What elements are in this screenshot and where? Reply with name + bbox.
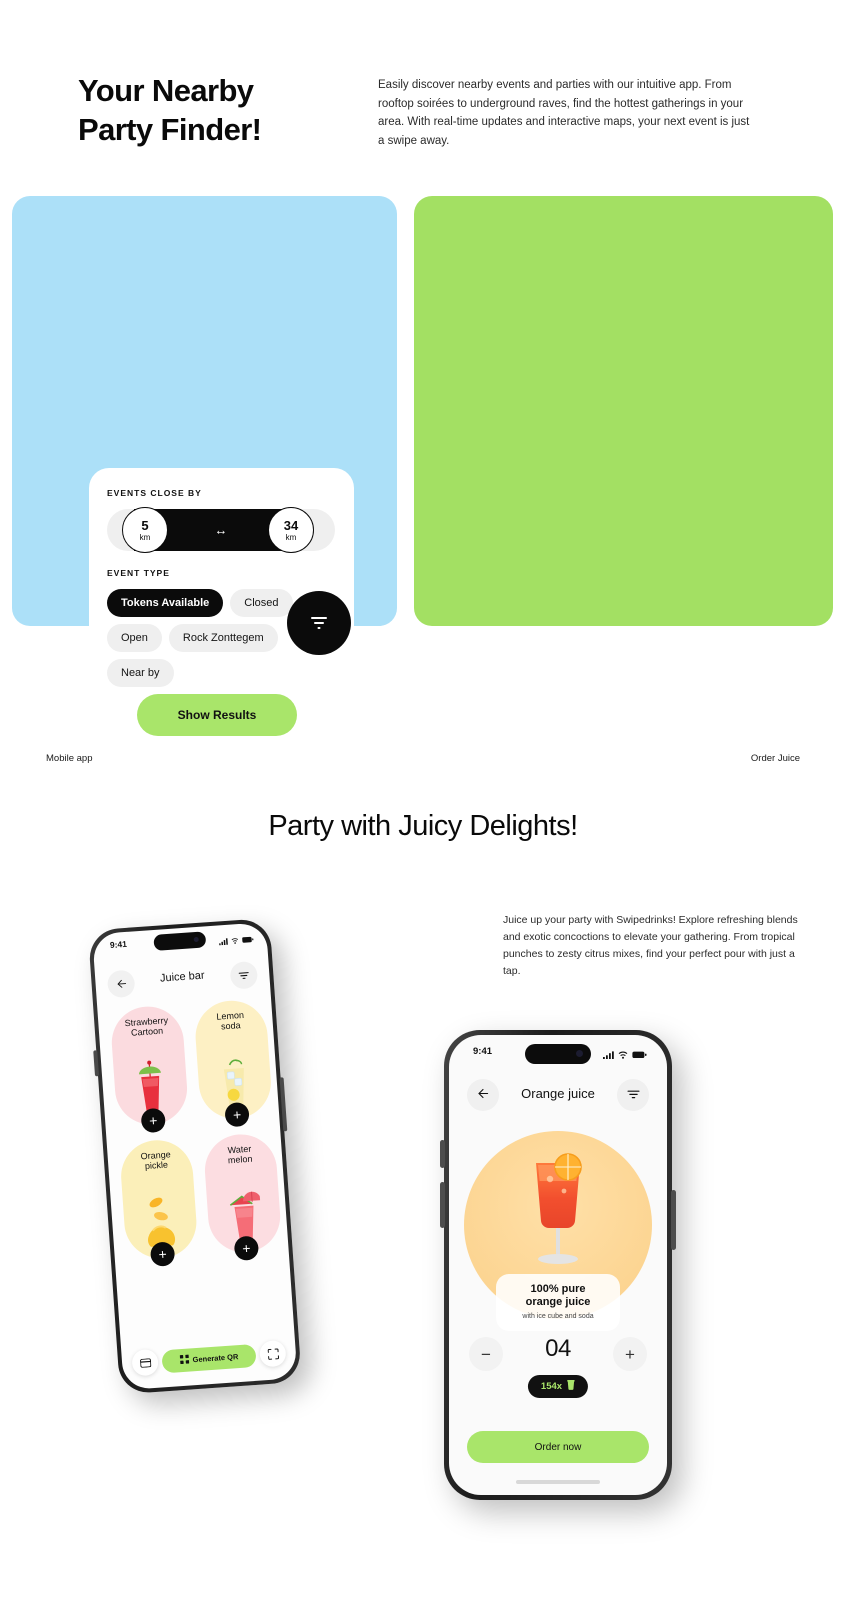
- phone-volume-button[interactable]: [440, 1182, 445, 1228]
- lemon-soda-illustration: [223, 1059, 244, 1107]
- add-juice-button[interactable]: +: [140, 1107, 167, 1134]
- order-juice-phone: 9:41 Orange juice 100% pure orange juice…: [440, 1030, 676, 1500]
- filter-card: EVENTS CLOSE BY ↔ 5 km 34 km EVENT TYPE …: [89, 468, 354, 703]
- price-badge: 154x: [527, 1375, 589, 1398]
- section-one-paragraph: Easily discover nearby events and partie…: [378, 79, 750, 147]
- chip-near-by[interactable]: Near by: [107, 659, 174, 687]
- range-arrow-icon: ↔: [214, 522, 228, 538]
- orange-juice-illustration: [536, 1153, 582, 1264]
- chip-open[interactable]: Open: [107, 624, 162, 652]
- add-juice-button[interactable]: +: [224, 1101, 250, 1128]
- generate-qr-label: Generate QR: [192, 1351, 239, 1364]
- juice-bar-screen: 9:41 Juice bar Strawberry Cartoon + Lemo…: [92, 922, 298, 1391]
- card-icon[interactable]: [131, 1348, 160, 1377]
- cellular-icon: [218, 932, 228, 951]
- juice-item-water-melon[interactable]: Water melon +: [202, 1132, 283, 1262]
- order-juice-screen: 9:41 Orange juice 100% pure orange juice…: [449, 1035, 667, 1495]
- landing-page: Your Nearby Party Finder! Easily discove…: [0, 0, 846, 1600]
- scan-icon[interactable]: [258, 1339, 287, 1368]
- product-title: 100% pure orange juice: [525, 1283, 591, 1309]
- strawberry-drink-illustration: [139, 1060, 161, 1113]
- juice-bar-phone: 9:41 Juice bar Strawberry Cartoon + Lemo…: [87, 917, 320, 1400]
- juice-bar-tabbar: Generate QR: [131, 1339, 287, 1378]
- add-juice-button[interactable]: +: [149, 1241, 176, 1267]
- distance-min-handle[interactable]: 5 km: [122, 507, 168, 553]
- distance-section-label: EVENTS CLOSE BY: [107, 488, 202, 498]
- chip-tokens-available[interactable]: Tokens Available: [107, 589, 224, 617]
- filter-icon: [309, 616, 329, 630]
- generate-qr-button[interactable]: Generate QR: [161, 1343, 257, 1373]
- status-time: 9:41: [473, 1046, 493, 1057]
- distance-min-value: 5: [141, 517, 149, 533]
- battery-icon: [632, 1046, 647, 1064]
- section-one-header: Your Nearby Party Finder! Easily discove…: [0, 0, 846, 190]
- chip-rock-zonttegem[interactable]: Rock Zonttegem: [168, 624, 278, 652]
- status-time: 9:41: [109, 938, 128, 951]
- distance-min-unit: km: [139, 532, 151, 542]
- product-subtitle: with ice cube and soda: [522, 1313, 594, 1321]
- show-results-button[interactable]: Show Results: [137, 694, 297, 736]
- phone-mute-switch[interactable]: [440, 1140, 445, 1168]
- juice-bar-navbar: Juice bar: [95, 958, 271, 1004]
- phone-power-button[interactable]: [279, 1077, 288, 1132]
- page-title: Your Nearby Party Finder!: [78, 73, 262, 147]
- status-indicators: [603, 1046, 647, 1064]
- add-juice-button[interactable]: +: [233, 1235, 260, 1262]
- order-now-button[interactable]: Order now: [467, 1431, 649, 1463]
- qr-icon: [179, 1354, 189, 1366]
- app-showcase-panel: Search events Rock |: [414, 196, 833, 626]
- phone-power-button[interactable]: [671, 1190, 676, 1250]
- status-bar: 9:41: [92, 922, 267, 960]
- chip-closed[interactable]: Closed: [230, 589, 293, 617]
- filter-icon: [238, 966, 250, 985]
- juice-grid: Strawberry Cartoon + Lemon soda + Orange…: [109, 998, 283, 1267]
- filter-showcase-panel: EVENTS CLOSE BY ↔ 5 km 34 km EVENT TYPE …: [12, 196, 397, 736]
- filter-icon: [627, 1086, 640, 1104]
- price-label: 154x: [540, 1381, 563, 1392]
- phone-volume-button[interactable]: [93, 1050, 100, 1077]
- home-indicator: [516, 1480, 600, 1484]
- filter-fab-button[interactable]: [287, 591, 351, 655]
- section-two-paragraph: Juice up your party with Swipedrinks! Ex…: [503, 914, 798, 977]
- cup-icon: [567, 1380, 575, 1393]
- orange-pickle-illustration: [148, 1197, 176, 1247]
- distance-max-value: 34: [283, 517, 299, 533]
- label-mobile-app: Mobile app: [46, 753, 93, 764]
- product-info-card: 100% pure orange juice with ice cube and…: [496, 1274, 620, 1332]
- order-juice-filter-button[interactable]: [617, 1079, 649, 1111]
- distance-range-slider[interactable]: ↔ 5 km 34 km: [107, 507, 335, 553]
- wifi-icon: [618, 1046, 628, 1064]
- distance-max-handle[interactable]: 34 km: [268, 507, 314, 553]
- wifi-icon: [230, 931, 239, 950]
- battery-icon: [241, 930, 254, 949]
- increment-quantity-button[interactable]: +: [613, 1337, 647, 1371]
- juice-item-strawberry[interactable]: Strawberry Cartoon +: [109, 1004, 190, 1134]
- status-indicators: [218, 930, 254, 950]
- juice-item-lemon-soda[interactable]: Lemon soda +: [193, 998, 274, 1128]
- juice-bar-phone-frame: 9:41 Juice bar Strawberry Cartoon + Lemo…: [87, 917, 302, 1395]
- watermelon-drink-illustration: [229, 1191, 262, 1242]
- dynamic-island: [525, 1044, 591, 1064]
- distance-max-unit: km: [285, 532, 297, 542]
- section-two-title: Party with Juicy Delights!: [268, 810, 578, 842]
- label-order-juice: Order Juice: [750, 753, 800, 764]
- juice-item-orange-pickle[interactable]: Orange pickle +: [118, 1137, 199, 1267]
- cellular-icon: [603, 1046, 614, 1064]
- dynamic-island: [153, 931, 207, 951]
- event-type-label: EVENT TYPE: [107, 568, 170, 578]
